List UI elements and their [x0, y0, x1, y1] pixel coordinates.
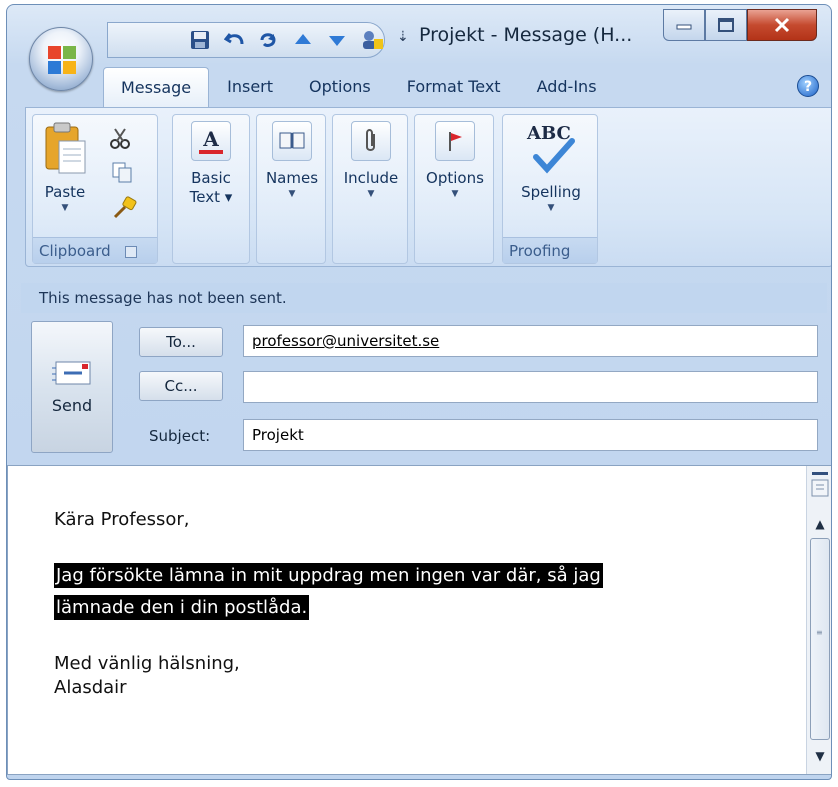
- close-button[interactable]: [747, 9, 817, 41]
- proofing-group: ABC Spelling ▼ Proofing: [502, 114, 598, 264]
- ribbon-tabs: Message Insert Options Format Text Add-I…: [103, 67, 615, 108]
- vertical-scrollbar[interactable]: ▲ ≡ ▼: [806, 466, 831, 774]
- message-body[interactable]: Kära Professor, Jag försökte lämna in mi…: [7, 465, 831, 775]
- scroll-thumb[interactable]: ≡: [810, 538, 830, 740]
- options-label: Options: [426, 169, 484, 187]
- outlook-message-window: ⇣ Projekt - Message (H... Message Insert…: [6, 4, 832, 780]
- flag-icon: [435, 121, 475, 161]
- basic-text-label: Basic: [191, 169, 231, 187]
- copy-icon[interactable]: [111, 161, 133, 187]
- tab-options[interactable]: Options: [291, 67, 389, 107]
- cut-icon[interactable]: [109, 127, 131, 153]
- greeting-line: Kära Professor,: [54, 509, 190, 530]
- address-book-icon[interactable]: [360, 28, 384, 52]
- message-text[interactable]: Kära Professor, Jag försökte lämna in mi…: [54, 508, 603, 700]
- options-button[interactable]: Options ▼: [419, 121, 491, 200]
- names-group: Names ▼: [256, 114, 326, 264]
- signature-line: Alasdair: [54, 677, 127, 698]
- tab-add-ins[interactable]: Add-Ins: [519, 67, 615, 107]
- office-logo-icon: [48, 46, 76, 74]
- include-button[interactable]: Include ▼: [337, 121, 405, 200]
- include-label: Include: [343, 169, 399, 187]
- maximize-icon: [718, 18, 734, 32]
- basic-text-group: A Basic Text ▾: [172, 114, 250, 264]
- undo-icon[interactable]: [223, 28, 245, 52]
- selected-text-line-1: Jag försökte lämna in mit uppdrag men in…: [54, 563, 603, 588]
- send-envelope-icon: [52, 361, 91, 385]
- window-title: Projekt - Message (H...: [419, 24, 633, 46]
- spell-check-icon: ABC: [521, 119, 581, 175]
- basic-text-label-2: Text ▾: [189, 188, 233, 206]
- scroll-down-icon[interactable]: ▼: [807, 744, 831, 768]
- send-label: Send: [51, 396, 93, 415]
- to-recipient[interactable]: professor@universitet.se: [252, 332, 439, 350]
- clipboard-group: Paste ▼ Clipboard: [32, 114, 158, 264]
- proofing-caption: Proofing: [503, 237, 597, 263]
- names-button[interactable]: Names ▼: [260, 121, 324, 200]
- title-bar: ⇣ Projekt - Message (H...: [7, 5, 831, 63]
- info-bar: This message has not been sent.: [21, 283, 827, 313]
- address-book-icon: [272, 121, 312, 161]
- to-button[interactable]: To...: [139, 327, 223, 357]
- send-button[interactable]: Send: [31, 321, 113, 453]
- to-field[interactable]: professor@universitet.se: [243, 325, 818, 357]
- tab-message[interactable]: Message: [103, 67, 210, 108]
- paste-button[interactable]: Paste ▼: [37, 119, 93, 214]
- scroll-up-icon[interactable]: ▲: [807, 512, 831, 536]
- next-item-icon[interactable]: [326, 28, 348, 52]
- basic-text-button[interactable]: A Basic Text ▾: [179, 121, 243, 207]
- paste-icon: [45, 122, 86, 174]
- tab-format-text[interactable]: Format Text: [389, 67, 519, 107]
- minimize-icon: [676, 24, 692, 30]
- tab-insert[interactable]: Insert: [209, 67, 291, 107]
- chevron-down-icon: ▼: [367, 189, 375, 199]
- closing-line: Med vänlig hälsning,: [54, 653, 240, 674]
- svg-text:A: A: [202, 127, 219, 151]
- cc-button[interactable]: Cc...: [139, 371, 223, 401]
- redo-icon[interactable]: [258, 28, 280, 52]
- dialog-launcher-icon[interactable]: [125, 245, 138, 258]
- names-label: Names: [265, 169, 319, 187]
- paperclip-icon: [351, 121, 391, 161]
- chevron-down-icon: ▼: [288, 189, 296, 199]
- chevron-down-icon: ▼: [547, 203, 555, 213]
- chevron-down-icon: ▼: [451, 189, 459, 199]
- customize-quick-access-icon[interactable]: ⇣: [397, 29, 409, 45]
- font-color-icon: A: [191, 121, 231, 161]
- format-painter-icon[interactable]: [113, 195, 137, 223]
- selected-text-line-2: lämnade den i din postlåda.: [54, 595, 310, 620]
- previous-item-icon[interactable]: [292, 28, 314, 52]
- maximize-button[interactable]: [705, 9, 747, 41]
- quick-access-toolbar: [107, 22, 385, 58]
- ribbon: Paste ▼ Clipboard A Basic Text ▾ Names ▼…: [25, 107, 831, 267]
- subject-label: Subject:: [149, 427, 211, 445]
- office-button[interactable]: [29, 27, 93, 91]
- minimize-button[interactable]: [663, 9, 705, 41]
- grip-icon: ≡: [816, 628, 823, 637]
- clipboard-caption-text: Clipboard: [39, 242, 111, 260]
- help-icon[interactable]: ?: [797, 75, 819, 97]
- window-controls: [663, 9, 817, 45]
- ruler-toggle-icon[interactable]: [810, 470, 830, 500]
- close-icon: [774, 17, 790, 33]
- spelling-button[interactable]: ABC Spelling ▼: [511, 119, 591, 214]
- spelling-label: Spelling: [521, 183, 581, 201]
- options-group: Options ▼: [414, 114, 494, 264]
- subject-field[interactable]: Projekt: [243, 419, 818, 451]
- cc-field[interactable]: [243, 371, 818, 403]
- clipboard-caption: Clipboard: [33, 237, 157, 263]
- chevron-down-icon: ▼: [61, 203, 69, 213]
- save-icon[interactable]: [189, 28, 211, 52]
- include-group: Include ▼: [332, 114, 408, 264]
- paste-label: Paste: [44, 183, 86, 201]
